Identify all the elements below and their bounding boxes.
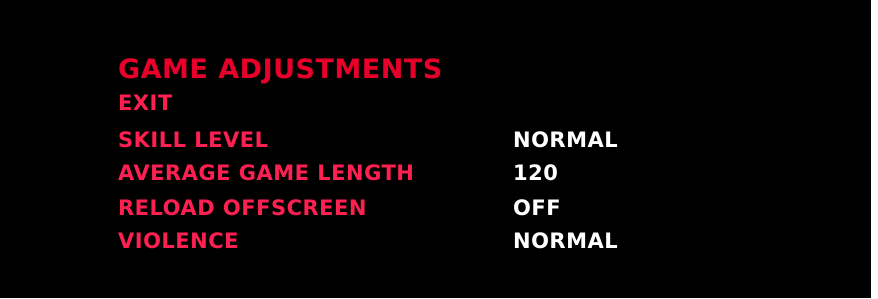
- menu-item-skill-level[interactable]: SKILL LEVEL NORMAL: [118, 125, 718, 155]
- game-adjustments-screen: GAME ADJUSTMENTS EXIT SKILL LEVEL NORMAL…: [0, 0, 871, 298]
- menu-item-value: NORMAL: [513, 128, 619, 152]
- menu-item-value: 120: [513, 161, 559, 185]
- menu-item-label: EXIT: [118, 91, 173, 115]
- menu-item-label: VIOLENCE: [118, 229, 239, 253]
- menu-item-label: SKILL LEVEL: [118, 128, 269, 152]
- menu-item-average-game-length[interactable]: AVERAGE GAME LENGTH 120: [118, 158, 718, 188]
- menu-item-exit[interactable]: EXIT: [118, 88, 718, 118]
- menu-title: GAME ADJUSTMENTS: [118, 54, 443, 85]
- menu-item-reload-offscreen[interactable]: RELOAD OFFSCREEN OFF: [118, 193, 718, 223]
- menu-item-violence[interactable]: VIOLENCE NORMAL: [118, 226, 718, 256]
- menu-item-label: RELOAD OFFSCREEN: [118, 196, 367, 220]
- menu-item-value: NORMAL: [513, 229, 619, 253]
- menu-item-value: OFF: [513, 196, 562, 220]
- menu-item-label: AVERAGE GAME LENGTH: [118, 161, 415, 185]
